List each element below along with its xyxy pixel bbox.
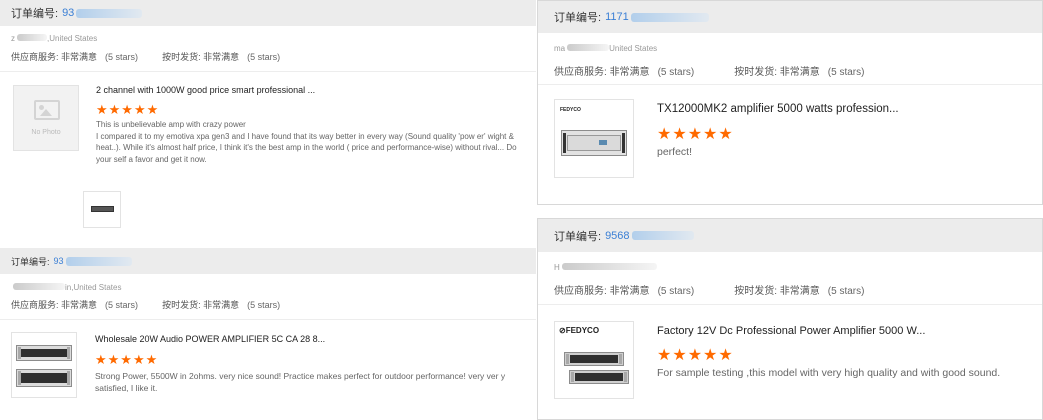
- amplifier-image: [564, 352, 624, 366]
- buyer-info: z ,United States: [11, 34, 98, 43]
- star-rating: ★★★★★: [657, 347, 734, 364]
- amplifier-image: [91, 206, 114, 212]
- star-rating: ★★★★★: [96, 102, 160, 117]
- product-info: Wholesale 20W Audio POWER AMPLIFIER 5C C…: [77, 332, 536, 420]
- review-text: For sample testing ,this model with very…: [657, 367, 1001, 379]
- review-card-2: 订单编号: 93 in,United States 供应商服务: 非常满意 (5 …: [0, 248, 536, 420]
- buyer-info: ma United States: [554, 44, 658, 53]
- ontime-shipping: 按时发货: 非常满意 (5 stars): [162, 300, 281, 310]
- ontime-shipping: 按时发货: 非常满意 (5 stars): [162, 52, 281, 62]
- product-title[interactable]: Factory 12V Dc Professional Power Amplif…: [657, 325, 1042, 345]
- rating-row: 供应商服务: 非常满意 (5 stars) 按时发货: 非常满意 (5 stars): [538, 56, 1042, 84]
- order-number[interactable]: 9568: [605, 230, 629, 242]
- product-row: FEDYCO TX12000MK2 amplifier 5000 watts p…: [538, 84, 1042, 204]
- order-label: 订单编号:: [554, 12, 602, 24]
- review-photo[interactable]: [83, 191, 121, 228]
- product-thumbnail[interactable]: [11, 332, 77, 398]
- brand-logo: FEDYCO: [560, 107, 581, 113]
- order-label: 订单编号:: [11, 256, 50, 267]
- amplifier-image-2: [569, 370, 629, 384]
- supplier-service: 供应商服务: 非常满意 (5 stars): [554, 286, 695, 297]
- order-label: 订单编号:: [554, 230, 602, 243]
- review-card-3: 订单编号: 1171 ma United States 供应商服务: 非常满意 (5…: [537, 0, 1043, 205]
- ontime-shipping: 按时发货: 非常满意 (5 stars): [734, 67, 865, 78]
- buyer-info: in,United States: [0, 274, 536, 293]
- product-title[interactable]: 2 channel with 1000W good price smart pr…: [96, 85, 536, 102]
- brand-logo: ⊘FEDYCO: [559, 326, 600, 335]
- review-card-1: 订单编号: 93 z ,United States 供应商服务: 非常满意 (5 s…: [0, 0, 536, 248]
- order-header: 订单编号: 9568: [538, 219, 1042, 252]
- review-text: perfect!: [657, 146, 693, 158]
- product-thumbnail[interactable]: FEDYCO: [554, 99, 634, 178]
- product-info: TX12000MK2 amplifier 5000 watts professi…: [634, 99, 1042, 204]
- supplier-service: 供应商服务: 非常满意 (5 stars): [11, 52, 139, 62]
- product-info: Factory 12V Dc Professional Power Amplif…: [634, 321, 1042, 419]
- supplier-service: 供应商服务: 非常满意 (5 stars): [11, 300, 139, 310]
- order-number-redacted: [76, 8, 143, 18]
- rating-row: 供应商服务: 非常满意 (5 stars) 按时发货: 非常满意 (5 stars): [0, 293, 536, 319]
- order-number-redacted: [630, 12, 709, 22]
- order-number[interactable]: 93: [54, 256, 64, 266]
- star-rating: ★★★★★: [95, 352, 159, 367]
- no-photo-label: No Photo: [31, 129, 61, 136]
- order-label: 订单编号:: [11, 8, 59, 20]
- amplifier-image: [16, 345, 72, 361]
- amplifier-image: [561, 130, 627, 156]
- order-number[interactable]: 1171: [605, 11, 629, 23]
- review-card-4: 订单编号: 9568 H 供应商服务: 非常满意 (5 stars) 按时发货: …: [537, 218, 1043, 420]
- ontime-shipping: 按时发货: 非常满意 (5 stars): [734, 286, 865, 297]
- order-header: 订单编号: 1171: [538, 1, 1042, 33]
- product-title[interactable]: Wholesale 20W Audio POWER AMPLIFIER 5C C…: [95, 334, 536, 352]
- order-number[interactable]: 93: [62, 7, 74, 19]
- product-title[interactable]: TX12000MK2 amplifier 5000 watts professi…: [657, 103, 1042, 124]
- review-text: Strong Power, 5500W in 2ohms. very nice …: [95, 371, 506, 393]
- order-header: 订单编号: 93: [0, 0, 536, 26]
- product-thumbnail[interactable]: No Photo: [13, 85, 79, 151]
- review-text: This is unbelievable amp with crazy powe…: [96, 120, 517, 164]
- rating-row: 供应商服务: 非常满意 (5 stars) 按时发货: 非常满意 (5 stars): [0, 45, 536, 71]
- order-number-redacted: [631, 231, 694, 240]
- buyer-info: H: [538, 252, 1042, 276]
- rating-row: 供应商服务: 非常满意 (5 stars) 按时发货: 非常满意 (5 stars): [538, 276, 1042, 304]
- product-thumbnail[interactable]: ⊘FEDYCO: [554, 321, 634, 399]
- amplifier-image-2: [16, 369, 72, 387]
- product-row: No Photo 2 channel with 1000W good price…: [0, 71, 536, 248]
- product-info: 2 channel with 1000W good price smart pr…: [79, 85, 536, 248]
- product-row: ⊘FEDYCO Factory 12V Dc Professional Powe…: [538, 304, 1042, 419]
- supplier-service: 供应商服务: 非常满意 (5 stars): [554, 67, 695, 78]
- order-header: 订单编号: 93: [0, 248, 536, 274]
- no-photo-icon: [34, 100, 60, 120]
- product-row: Wholesale 20W Audio POWER AMPLIFIER 5C C…: [0, 319, 536, 420]
- order-number-redacted: [65, 256, 132, 266]
- star-rating: ★★★★★: [657, 126, 734, 143]
